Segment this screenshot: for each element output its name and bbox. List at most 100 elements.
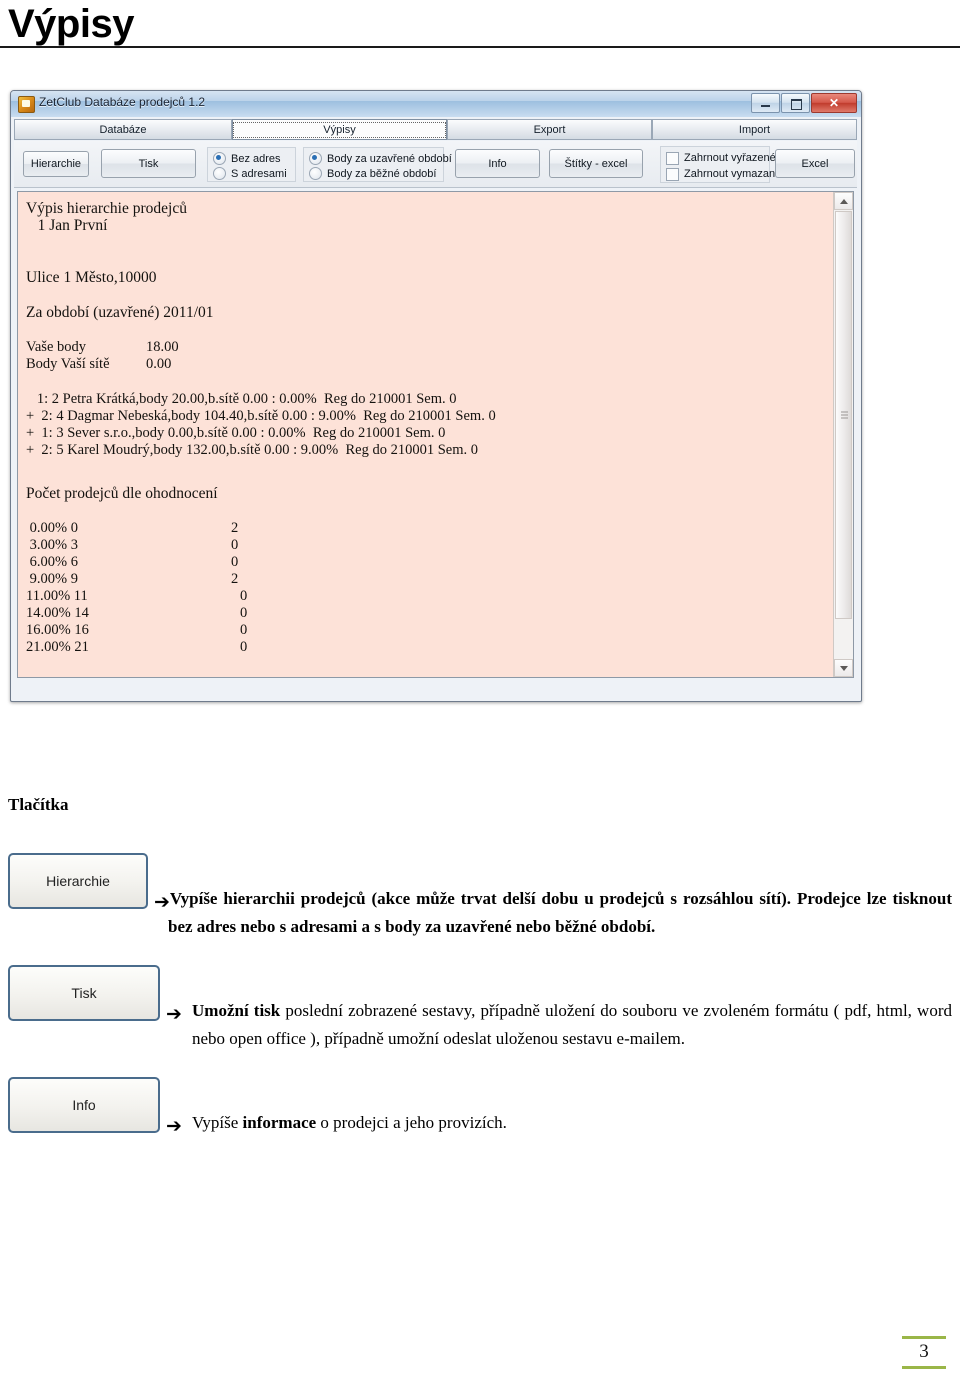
document-body: Tlačítka Hierarchie ➔ Vypíše hierarchii … — [8, 795, 952, 1137]
radio-selected-icon — [309, 152, 322, 165]
application-window: ZetClub Databáze prodejců 1.2 ✕ Databáze… — [10, 90, 862, 702]
points-net-value: 0.00 — [146, 356, 172, 372]
tab-label: Výpisy — [233, 121, 446, 138]
ratings-row: 9.00% 9 2 — [26, 571, 832, 588]
doc-button-label: Info — [72, 1097, 96, 1113]
hierarchy-line[interactable]: 1: 2 Petra Krátká,body 20.00,b.sítě 0.00… — [26, 391, 832, 408]
report-period: Za období (uzavřené) 2011/01 — [26, 304, 214, 321]
checkbox-empty-icon — [666, 151, 679, 165]
points-own-label: Vaše body — [26, 339, 87, 355]
doc-text-info: Vypíše informace o prodejci a jeho provi… — [192, 1113, 507, 1132]
ratings-row: 0.00% 0 2 — [26, 520, 832, 537]
page-number: 3 — [919, 1341, 929, 1362]
tisk-button[interactable]: Tisk — [101, 149, 196, 178]
hierarchie-button-label: Hierarchie — [30, 158, 82, 170]
ratings-bracket: 21.00% 21 — [26, 639, 89, 655]
ratings-row: 3.00% 3 0 — [26, 537, 832, 554]
tab-import[interactable]: Import — [652, 119, 857, 140]
ratings-bracket: 6.00% 6 — [26, 554, 78, 570]
doc-button-label: Hierarchie — [46, 873, 110, 889]
ratings-row: 11.00% 11 0 — [26, 588, 832, 605]
ratings-bracket: 9.00% 9 — [26, 571, 78, 587]
excel-button[interactable]: Excel — [775, 149, 855, 178]
section-title-tlacitka: Tlačítka — [8, 795, 69, 814]
maximize-button[interactable] — [781, 93, 810, 113]
ratings-bracket: 3.00% 3 — [26, 537, 78, 553]
checkbox-zahrnout-vyrazene[interactable]: Zahrnout vyřazené — [666, 150, 776, 166]
checkbox-label: Zahrnout vymazané — [684, 168, 782, 180]
toolbar: Hierarchie Tisk Bez adres S adresami Bod — [14, 141, 857, 188]
tab-label: Import — [738, 123, 771, 136]
report-vertical-scrollbar[interactable] — [833, 192, 853, 677]
ratings-bracket: 11.00% 11 — [26, 588, 88, 604]
stitky-excel-button[interactable]: Štítky - excel — [549, 149, 643, 178]
close-button[interactable]: ✕ — [811, 93, 857, 113]
close-icon: ✕ — [828, 96, 840, 110]
radio-body-bezne[interactable]: Body za běžné období — [309, 166, 438, 181]
doc-button-hierarchie[interactable]: Hierarchie — [8, 853, 148, 909]
scrollbar-thumb[interactable] — [835, 211, 852, 619]
arrow-right-icon: ➔ — [166, 1003, 182, 1025]
radio-empty-icon — [213, 167, 226, 180]
points-own-value: 18.00 — [146, 339, 179, 355]
report-title: Výpis hierarchie prodejců — [26, 200, 187, 217]
window-controls: ✕ — [751, 93, 857, 113]
arrow-right-icon: ➔ — [166, 1115, 182, 1137]
app-icon — [18, 96, 35, 113]
info-button[interactable]: Info — [455, 149, 540, 178]
minimize-button[interactable] — [751, 93, 780, 113]
checkbox-zahrnout-vymazane[interactable]: Zahrnout vymazané — [666, 166, 781, 182]
radio-label: Bez adres — [231, 152, 281, 165]
points-net-label: Body Vaší sítě — [26, 356, 110, 372]
ratings-count: 0 — [240, 605, 248, 621]
report-points-own: Vaše body 18.00 — [26, 339, 832, 356]
tab-strip: Databáze Výpisy Export Import — [14, 119, 857, 141]
address-radio-group: Bez adres S adresami — [207, 147, 296, 182]
hierarchy-line[interactable]: + 1: 3 Sever s.r.o.,body 0.00,b.sítě 0.0… — [26, 425, 832, 442]
grip-icon — [841, 411, 848, 419]
checkbox-label: Zahrnout vyřazené — [684, 152, 776, 164]
doc-text-hierarchie: Vypíše hierarchii prodejců (akce může tr… — [168, 889, 952, 936]
report-points-net: Body Vaší sítě 0.00 — [26, 356, 832, 373]
tisk-button-label: Tisk — [138, 157, 159, 170]
page-number-rule-bottom — [902, 1366, 946, 1369]
scroll-up-button[interactable] — [834, 192, 853, 210]
radio-s-adresami[interactable]: S adresami — [213, 166, 290, 181]
tab-databaze[interactable]: Databáze — [14, 119, 232, 140]
page-number-block: 3 — [902, 1336, 946, 1369]
tab-vypisy[interactable]: Výpisy — [232, 119, 447, 140]
maximize-icon — [791, 99, 802, 110]
arrow-right-icon: ➔ — [154, 891, 170, 913]
checkbox-empty-icon — [666, 167, 679, 181]
period-radio-group: Body za uzavřené období Body za běžné ob… — [303, 147, 452, 182]
radio-empty-icon — [309, 167, 322, 180]
ratings-count: 2 — [231, 571, 239, 587]
scroll-down-button[interactable] — [834, 659, 853, 677]
radio-body-uzavrene[interactable]: Body za uzavřené období — [309, 151, 452, 166]
ratings-bracket: 16.00% 16 — [26, 622, 89, 638]
radio-selected-icon — [213, 152, 226, 165]
window-title: ZetClub Databáze prodejců 1.2 — [39, 95, 206, 109]
radio-bez-adres[interactable]: Bez adres — [213, 151, 290, 166]
doc-entry-hierarchie: Hierarchie ➔ Vypíše hierarchii prodejců … — [8, 853, 952, 941]
doc-button-info[interactable]: Info — [8, 1077, 160, 1133]
ratings-table: 0.00% 0 2 3.00% 3 0 6.00% 6 0 9.00% 9 2 11.0… — [26, 520, 832, 656]
hierarchy-line[interactable]: + 2: 5 Karel Moudrý,body 132.00,b.sítě 0… — [26, 442, 832, 459]
ratings-row: 16.00% 16 0 — [26, 622, 832, 639]
doc-text-tisk: Umožní tisk poslední zobrazené sestavy, … — [192, 1001, 952, 1048]
import-checkbox-group: Zahrnout vyřazené Zahrnout vymazané — [660, 146, 781, 183]
hierarchy-line[interactable]: + 2: 4 Dagmar Nebeská,body 104.40,b.sítě… — [26, 408, 832, 425]
radio-label: S adresami — [231, 167, 287, 180]
stitky-excel-button-label: Štítky - excel — [564, 157, 628, 170]
doc-button-tisk[interactable]: Tisk — [8, 965, 160, 1021]
hierarchie-button[interactable]: Hierarchie — [23, 151, 89, 177]
tab-export[interactable]: Export — [447, 119, 652, 140]
ratings-bracket: 0.00% 0 — [26, 520, 78, 536]
ratings-row: 21.00% 21 0 — [26, 639, 832, 656]
ratings-count: 0 — [240, 622, 248, 638]
ratings-count: 0 — [240, 588, 248, 604]
doc-button-label: Tisk — [71, 985, 97, 1001]
excel-button-label: Excel — [801, 157, 829, 170]
tab-label: Databáze — [99, 123, 147, 136]
page-title: Výpisy — [8, 2, 134, 46]
